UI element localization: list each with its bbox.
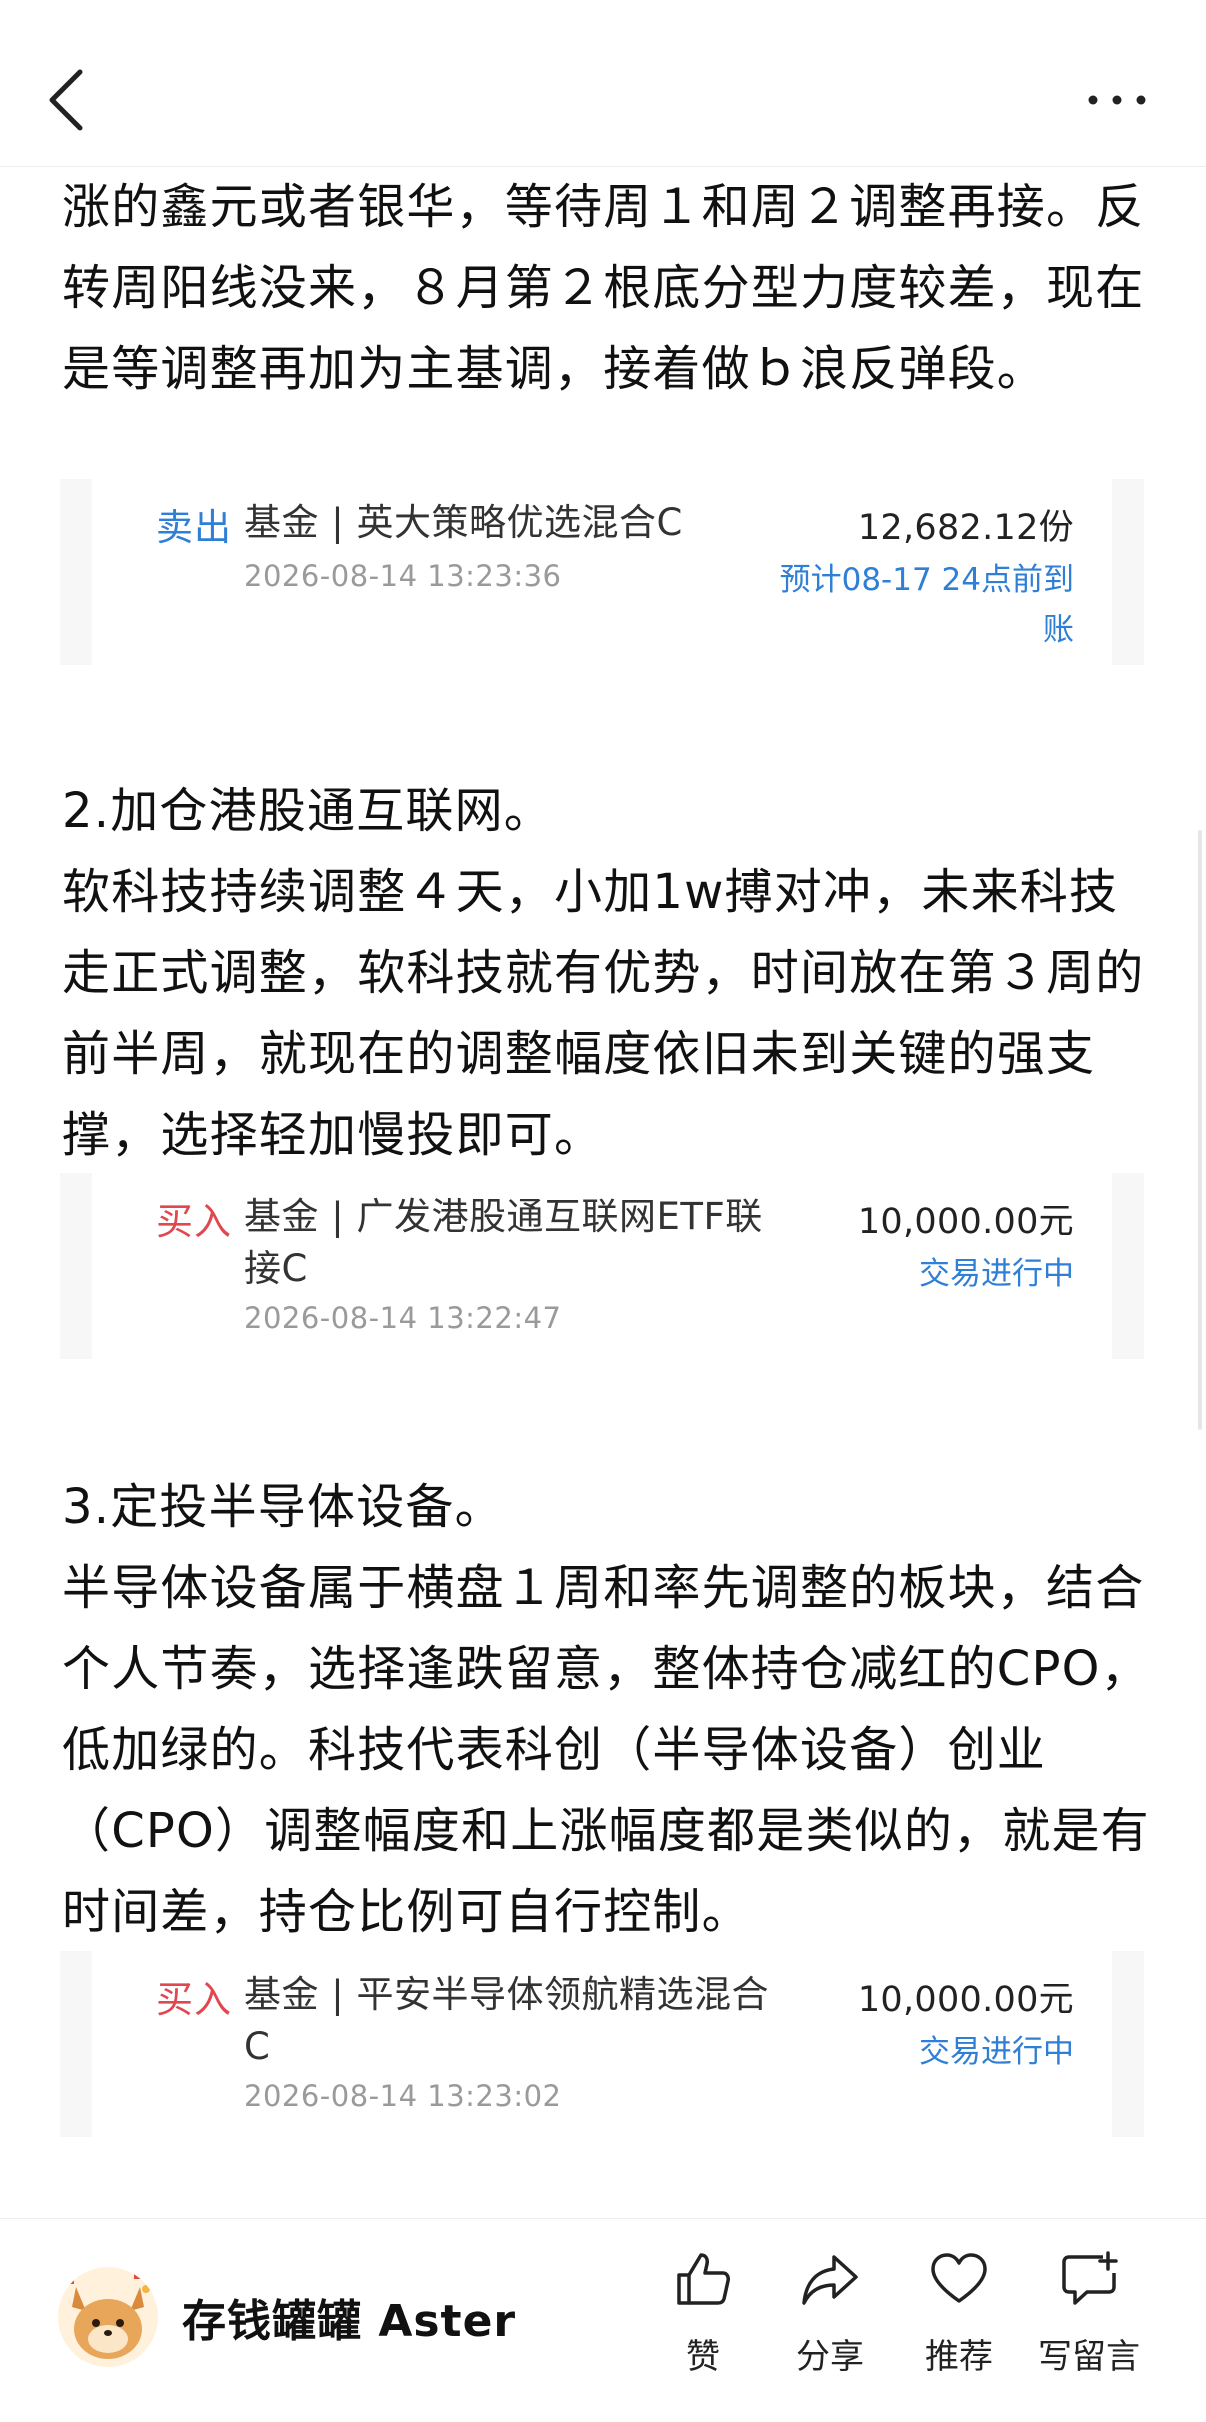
thumbs-up-icon <box>677 2253 730 2305</box>
trade-time: 2026-08-14 13:22:47 <box>244 1301 562 1335</box>
recommend-button[interactable]: 推荐 <box>904 2249 1014 2399</box>
trade-status: 交易进行中 <box>919 2034 1074 2070</box>
write-comment-label: 写留言 <box>1038 2337 1140 2377</box>
trade-time: 2026-08-14 13:23:36 <box>244 559 562 593</box>
article-content: 涨的鑫元或者银华，等待周１和周２调整再接。反转周阳线没来，８月第２根底分型力度较… <box>0 167 1206 2217</box>
fund-name: 基金 | 广发港股通互联网ETF联接C <box>244 1195 763 1290</box>
trade-amount: 10,000.00元 <box>857 1980 1074 2020</box>
author-avatar[interactable] <box>58 2267 158 2367</box>
more-dots-icon <box>1088 95 1146 105</box>
recommend-label: 推荐 <box>925 2337 993 2377</box>
trade-card-buy-semiconductor[interactable]: 买入 基金 | 平安半导体领航精选混合C 2026-08-14 13:23:02… <box>60 1951 1144 2137</box>
more-button[interactable] <box>1082 70 1152 130</box>
like-button[interactable]: 赞 <box>648 2249 758 2399</box>
share-button[interactable]: 分享 <box>775 2249 885 2399</box>
trade-status: 交易进行中 <box>919 1256 1074 1292</box>
trade-card-buy-internet[interactable]: 买入 基金 | 广发港股通互联网ETF联接C 2026-08-14 13:22:… <box>60 1173 1144 1359</box>
trade-amount: 10,000.00元 <box>857 1202 1074 1242</box>
comment-add-icon <box>1062 2251 1118 2305</box>
author-name[interactable]: 存钱罐罐 Aster <box>182 2285 516 2349</box>
paragraph-3: 半导体设备属于横盘１周和率先调整的板块，结合个人节奏，选择逢跌留意，整体持仓减红… <box>62 1560 1150 1940</box>
chevron-left-icon <box>49 69 83 131</box>
avatar-image <box>58 2267 158 2367</box>
share-label: 分享 <box>796 2337 864 2377</box>
scrollbar[interactable] <box>1198 830 1202 1430</box>
write-comment-button[interactable]: 写留言 <box>1034 2249 1144 2399</box>
heart-icon <box>931 2253 987 2303</box>
trade-amount: 12,682.12份 <box>857 508 1074 548</box>
trade-type-label: 买入 <box>156 1978 232 2021</box>
trade-time: 2026-08-14 13:23:02 <box>244 2079 562 2113</box>
paragraph-2: 软科技持续调整４天，小加1w搏对冲，未来科技走正式调整，软科技就有优势，时间放在… <box>62 864 1145 1163</box>
fund-name: 基金 | 英大策略优选混合C <box>244 501 683 544</box>
trade-card-sell[interactable]: 卖出 基金 | 英大策略优选混合C 2026-08-14 13:23:36 12… <box>60 479 1144 665</box>
paragraph-1: 涨的鑫元或者银华，等待周１和周２调整再接。反转周阳线没来，８月第２根底分型力度较… <box>62 179 1145 397</box>
trade-type-label: 卖出 <box>156 506 232 549</box>
back-button[interactable] <box>38 58 98 142</box>
trade-status: 预计08-17 24点前到账 <box>779 562 1074 648</box>
top-nav-bar <box>0 0 1206 167</box>
share-icon <box>802 2255 858 2305</box>
paragraph-2-title: 2.加仓港股通互联网。 <box>62 783 553 839</box>
bottom-action-bar: 存钱罐罐 Aster 赞 分享 推荐 写留言 <box>0 2218 1206 2422</box>
fund-name: 基金 | 平安半导体领航精选混合C <box>244 1973 769 2068</box>
paragraph-3-title: 3.定投半导体设备。 <box>62 1479 504 1535</box>
trade-type-label: 买入 <box>156 1200 232 1243</box>
